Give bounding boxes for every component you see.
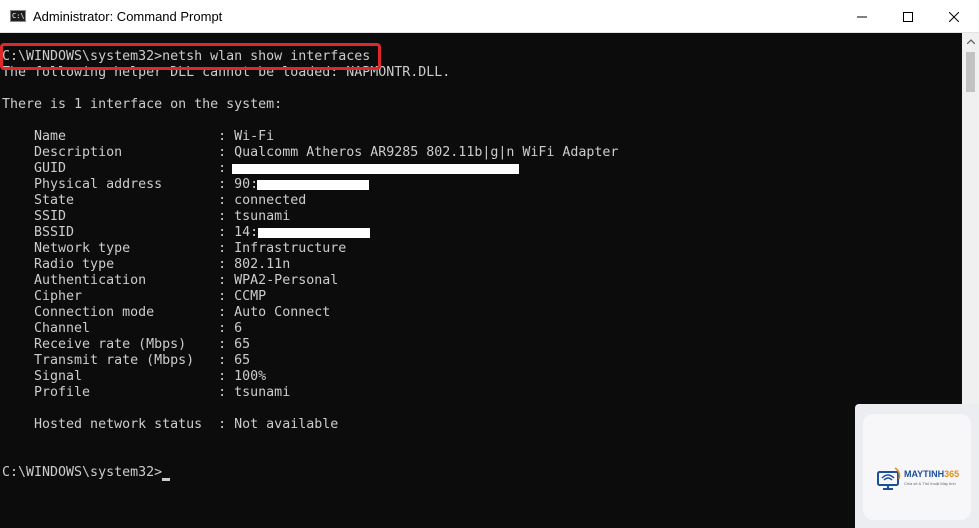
scroll-up-button[interactable] [962,33,979,50]
watermark-card: MAYTINH365 Chia sẻ & Thủ thuật Máy tính [863,414,971,520]
text-cursor [162,478,170,481]
terminal-line-state: State : connected [2,193,307,208]
watermark-tagline: Chia sẻ & Thủ thuật Máy tính [904,481,956,486]
terminal-line-ssid: SSID : tsunami [2,209,291,224]
close-button[interactable] [931,0,977,33]
terminal-line-signal: Signal : 100% [2,369,267,384]
terminal-line-profile: Profile : tsunami [2,385,291,400]
terminal-line-network-type: Network type : Infrastructure [2,241,347,256]
minimize-icon [857,16,867,17]
maximize-icon [903,11,913,22]
chevron-up-icon [966,39,975,44]
terminal-line-hosted-network-status: Hosted network status : Not available [2,417,339,432]
bssid-redaction [258,228,370,238]
terminal-line-radio-type: Radio type : 802.11n [2,257,291,272]
watermark-logo: MAYTINH365 Chia sẻ & Thủ thuật Máy tính [855,404,979,528]
close-icon [949,11,959,22]
terminal-line-bssid: BSSID : 14:c [2,225,267,240]
terminal-line-connection-mode: Connection mode : Auto Connect [2,305,331,320]
terminal-line-physical-address: Physical address : 90: [2,177,259,192]
terminal-line-transmit-rate: Transmit rate (Mbps) : 65 [2,353,251,368]
terminal-output[interactable]: C:\WINDOWS\system32>netsh wlan show inte… [0,33,962,528]
terminal-line-prompt: C:\WINDOWS\system32> [2,465,163,480]
command-prompt-icon[interactable]: C:\ [10,10,26,22]
watermark-brand: MAYTINH365 [904,469,960,479]
terminal-line-receive-rate: Receive rate (Mbps) : 65 [2,337,251,352]
physical-address-redaction [257,180,369,190]
terminal-line-description: Description : Qualcomm Atheros AR9285 80… [2,145,619,160]
command-highlight-box [0,43,381,70]
terminal-line-channel: Channel : 6 [2,321,243,336]
terminal-line-interface-count: There is 1 interface on the system: [2,97,283,112]
window-title: Administrator: Command Prompt [33,9,223,24]
guid-redaction [232,164,519,174]
terminal-line-authentication: Authentication : WPA2-Personal [2,273,339,288]
scrollbar-thumb[interactable] [966,52,975,92]
terminal-line-cipher: Cipher : CCMP [2,289,267,304]
terminal-line-guid: GUID : [2,161,235,176]
terminal-line-name: Name : Wi-Fi [2,129,275,144]
minimize-button[interactable] [839,0,885,33]
title-bar[interactable]: C:\ Administrator: Command Prompt [0,0,979,33]
maximize-button[interactable] [885,0,931,33]
monitor-wifi-icon [877,467,901,490]
